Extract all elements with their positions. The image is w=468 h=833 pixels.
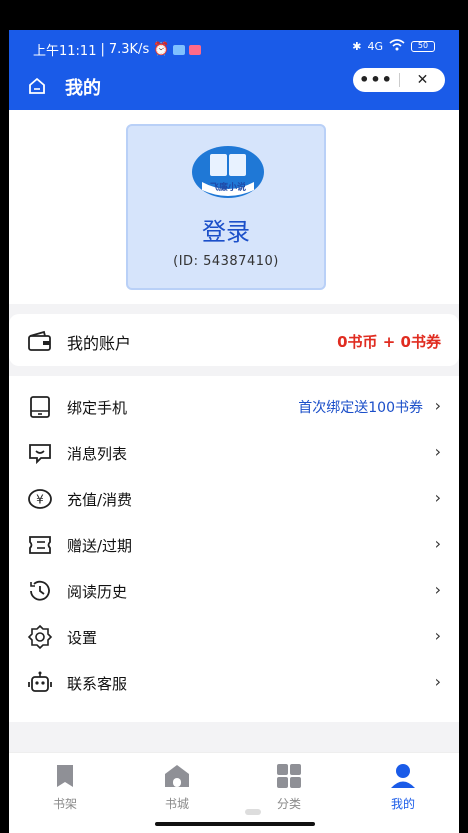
wifi-icon — [389, 39, 405, 54]
alarm-icon: ⏰ — [153, 42, 170, 57]
tab-label: 我的 — [390, 797, 415, 811]
page-header: 我的 ••• ✕ — [9, 68, 459, 110]
mini-program-capsule: ••• ✕ — [353, 68, 445, 92]
chevron-right-icon: › — [434, 672, 441, 691]
network-speed: 7.3K/s — [108, 42, 150, 57]
menu-item-label: 赠送/过期 — [67, 537, 133, 555]
message-icon — [27, 440, 53, 466]
bookmark-icon — [51, 763, 79, 789]
menu-item-label: 充值/消费 — [67, 491, 133, 509]
phone-icon — [27, 394, 53, 420]
menu-item-bind-phone[interactable]: 绑定手机 首次绑定送100书券 › — [9, 384, 459, 430]
chevron-right-icon: › — [434, 534, 441, 553]
chevron-right-icon: › — [434, 488, 441, 507]
menu-item-settings[interactable]: 设置 › — [9, 614, 459, 660]
status-divider: | — [100, 42, 105, 57]
bottom-nav: 书架 书城 分类 我的 — [9, 752, 459, 833]
chevron-right-icon: › — [434, 442, 441, 461]
login-card[interactable]: 飞廉小说 登录 (ID: 54387410) — [126, 124, 326, 290]
profile-section: 飞廉小说 登录 (ID: 54387410) — [9, 110, 459, 304]
gear-icon — [27, 624, 53, 650]
robot-icon — [27, 670, 53, 696]
tab-bookstore[interactable]: 书城 — [121, 763, 233, 823]
cloud-icon — [173, 44, 186, 55]
menu-item-messages[interactable]: 消息列表 › — [9, 430, 459, 476]
menu-item-label: 联系客服 — [67, 675, 128, 693]
store-icon — [163, 763, 191, 789]
menu-item-label: 阅读历史 — [67, 583, 128, 601]
app-notification-icon — [189, 44, 202, 55]
close-button[interactable]: ✕ — [400, 72, 445, 88]
tab-label: 书城 — [164, 797, 189, 811]
account-label: 我的账户 — [67, 334, 132, 353]
login-label[interactable]: 登录 — [128, 212, 324, 247]
tab-mine[interactable]: 我的 — [347, 763, 459, 823]
history-icon — [27, 578, 53, 604]
app-screen: 上午11:11 | 7.3K/s ⏰ ✱ 4G 50 我的 ••• ✕ 飞廉小说… — [9, 30, 459, 833]
chevron-right-icon: › — [434, 396, 441, 415]
tab-label: 书架 — [52, 797, 77, 811]
tab-bookshelf[interactable]: 书架 — [9, 763, 121, 823]
page-title: 我的 — [65, 78, 101, 99]
yen-icon: ¥ — [27, 486, 53, 512]
chevron-right-icon: › — [434, 626, 441, 645]
grid-icon — [275, 763, 303, 789]
menu-item-label: 绑定手机 — [67, 399, 128, 417]
more-button[interactable]: ••• — [353, 71, 399, 89]
menu-list: 绑定手机 首次绑定送100书券 › 消息列表 › ¥ 充值/消费 › 赠送/过期… — [9, 376, 459, 722]
nav-grip — [245, 809, 261, 815]
home-icon[interactable] — [27, 76, 47, 96]
menu-item-label: 消息列表 — [67, 445, 128, 463]
menu-item-label: 设置 — [67, 629, 98, 647]
menu-item-reading-history[interactable]: 阅读历史 › — [9, 568, 459, 614]
status-time: 上午11:11 — [33, 44, 97, 59]
status-bar: 上午11:11 | 7.3K/s ⏰ ✱ 4G 50 — [9, 30, 459, 66]
user-icon — [389, 763, 417, 789]
menu-item-customer-service[interactable]: 联系客服 › — [9, 660, 459, 706]
chevron-right-icon: › — [434, 580, 441, 599]
logo-text: 飞廉小说 — [209, 183, 246, 193]
menu-item-gift-expired[interactable]: 赠送/过期 › — [9, 522, 459, 568]
bind-phone-hint: 首次绑定送100书券 — [298, 400, 423, 416]
signal-icon: 4G — [367, 40, 383, 53]
status-left: 上午11:11 | 7.3K/s ⏰ — [33, 40, 202, 59]
status-right: ✱ 4G 50 — [352, 39, 435, 54]
app-logo: 飞廉小说 — [192, 146, 264, 198]
wallet-icon — [27, 330, 53, 352]
account-balance: 0书币 + 0书券 — [337, 333, 441, 351]
home-indicator[interactable] — [155, 822, 315, 826]
svg-text:¥: ¥ — [36, 493, 44, 507]
top-bar: 上午11:11 | 7.3K/s ⏰ ✱ 4G 50 我的 ••• ✕ — [9, 30, 459, 110]
account-row[interactable]: 我的账户 0书币 + 0书券 — [9, 314, 459, 366]
battery-icon: 50 — [411, 41, 435, 52]
ticket-icon — [27, 532, 53, 558]
menu-item-recharge[interactable]: ¥ 充值/消费 › — [9, 476, 459, 522]
bluetooth-icon: ✱ — [352, 40, 362, 53]
user-id: (ID: 54387410) — [173, 254, 279, 269]
